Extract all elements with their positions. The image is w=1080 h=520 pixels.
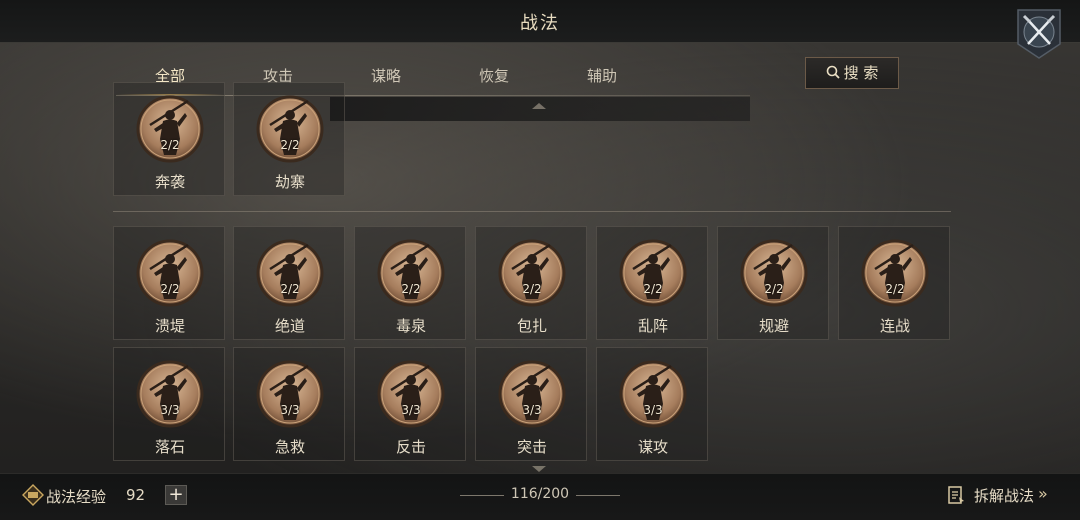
skill-card[interactable]: 2/2 连战 xyxy=(838,226,950,340)
skill-card[interactable]: 2/2 包扎 xyxy=(475,226,587,340)
skill-card[interactable]: 2/2 绝道 xyxy=(233,226,345,340)
skill-name: 急救 xyxy=(274,438,305,456)
warrior-medal-icon xyxy=(256,360,324,428)
decompose-skill-button[interactable]: 拆解战法 » xyxy=(946,484,1066,508)
skill-name: 劫寨 xyxy=(274,173,305,191)
skill-count: 3/3 xyxy=(522,403,542,417)
capacity-line-right xyxy=(576,495,620,496)
search-label: 搜 索 xyxy=(843,64,879,82)
skill-card[interactable]: 2/2 规避 xyxy=(717,226,829,340)
skill-card[interactable]: 2/2 乱阵 xyxy=(596,226,708,340)
crossed-swords-close-icon xyxy=(1017,9,1061,59)
skill-name: 突击 xyxy=(516,438,547,456)
skill-name: 绝道 xyxy=(274,317,305,335)
skill-card[interactable]: 3/3 突击 xyxy=(475,347,587,461)
warrior-medal-icon xyxy=(377,360,445,428)
skill-name: 溃堤 xyxy=(154,317,185,335)
decompose-label: 拆解战法 xyxy=(974,487,1035,505)
add-exp-button[interactable]: + xyxy=(165,485,187,505)
skill-capacity: 116/200 xyxy=(510,486,570,502)
skill-name: 反击 xyxy=(395,438,426,456)
double-chevron-right-icon: » xyxy=(1038,484,1048,503)
scroll-up-indicator-icon xyxy=(532,103,546,109)
skill-card[interactable]: 2/2 毒泉 xyxy=(354,226,466,340)
warrior-medal-icon xyxy=(136,360,204,428)
skill-count: 2/2 xyxy=(160,138,180,152)
search-button[interactable]: 搜 索 xyxy=(805,57,899,89)
page-title: 战法 xyxy=(520,13,560,34)
skill-card[interactable]: 2/2 劫寨 xyxy=(233,82,345,196)
search-icon xyxy=(826,59,840,89)
warrior-medal-icon xyxy=(136,239,204,307)
skill-count: 2/2 xyxy=(280,282,300,296)
tab-support[interactable]: 辅助 xyxy=(548,58,656,94)
warrior-medal-icon xyxy=(619,239,687,307)
scroll-down-indicator-icon xyxy=(532,466,546,472)
warrior-medal-icon xyxy=(498,239,566,307)
document-icon xyxy=(946,485,966,509)
skill-count: 2/2 xyxy=(764,282,784,296)
skill-count: 2/2 xyxy=(885,282,905,296)
skill-count: 2/2 xyxy=(280,138,300,152)
skill-count: 2/2 xyxy=(522,282,542,296)
skill-count: 2/2 xyxy=(401,282,421,296)
skill-name: 落石 xyxy=(154,438,185,456)
skill-card[interactable]: 3/3 反击 xyxy=(354,347,466,461)
skill-count: 3/3 xyxy=(280,403,300,417)
close-button[interactable] xyxy=(1014,6,1064,60)
skill-name: 奔袭 xyxy=(154,173,185,191)
warrior-medal-icon xyxy=(256,239,324,307)
skill-card[interactable]: 3/3 急救 xyxy=(233,347,345,461)
skill-count: 2/2 xyxy=(643,282,663,296)
skill-name: 连战 xyxy=(879,317,910,335)
skill-count: 3/3 xyxy=(160,403,180,417)
capacity-line-left xyxy=(460,495,504,496)
skill-count: 3/3 xyxy=(401,403,421,417)
warrior-medal-icon xyxy=(136,95,204,163)
skill-name: 毒泉 xyxy=(395,317,426,335)
tab-strategy[interactable]: 谋略 xyxy=(332,58,440,94)
skill-card[interactable]: 3/3 谋攻 xyxy=(596,347,708,461)
skill-name: 谋攻 xyxy=(637,438,668,456)
scroll-shade xyxy=(330,97,750,121)
warrior-medal-icon xyxy=(619,360,687,428)
skill-card[interactable]: 3/3 落石 xyxy=(113,347,225,461)
skill-name: 包扎 xyxy=(516,317,547,335)
skill-exp-label: 战法经验 xyxy=(46,488,107,506)
skill-name: 乱阵 xyxy=(637,317,668,335)
warrior-medal-icon xyxy=(861,239,929,307)
warrior-medal-icon xyxy=(256,95,324,163)
skill-name: 规避 xyxy=(758,317,789,335)
skill-exp-value: 92 xyxy=(126,486,146,504)
skill-card[interactable]: 2/2 溃堤 xyxy=(113,226,225,340)
skill-exp-icon xyxy=(22,484,44,506)
warrior-medal-icon xyxy=(377,239,445,307)
skill-count: 3/3 xyxy=(643,403,663,417)
skill-count: 2/2 xyxy=(160,282,180,296)
tab-recovery[interactable]: 恢复 xyxy=(440,58,548,94)
skill-card[interactable]: 2/2 奔袭 xyxy=(113,82,225,196)
warrior-medal-icon xyxy=(740,239,808,307)
warrior-medal-icon xyxy=(498,360,566,428)
section-divider xyxy=(113,211,951,212)
